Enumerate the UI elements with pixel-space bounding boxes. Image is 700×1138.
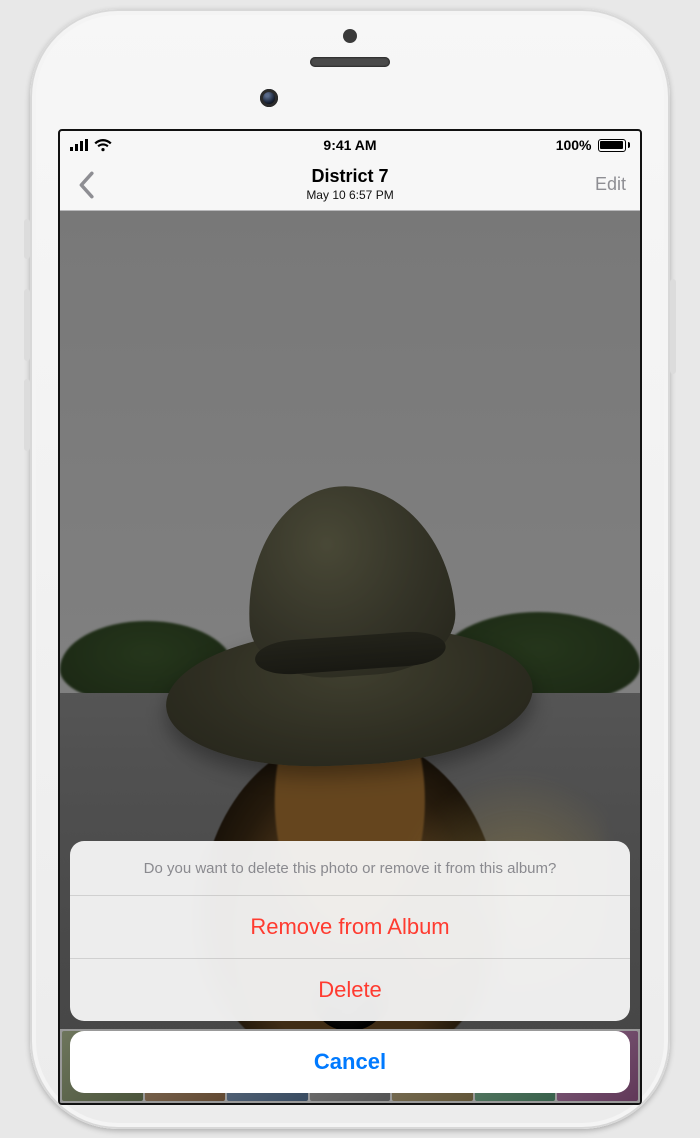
action-sheet-message: Do you want to delete this photo or remo… — [70, 841, 630, 896]
power-button — [670, 279, 676, 374]
wifi-icon — [94, 139, 112, 152]
edit-button[interactable]: Edit — [595, 159, 626, 210]
mute-switch — [24, 219, 30, 259]
nav-title: District 7 — [311, 167, 388, 187]
battery-icon — [598, 139, 631, 152]
iphone-device-frame: 9:41 AM 100% District 7 May 10 6:57 PM — [30, 9, 670, 1129]
status-bar: 9:41 AM 100% — [60, 131, 640, 159]
photo-viewer[interactable]: Do you want to delete this photo or remo… — [60, 211, 640, 1103]
action-sheet: Do you want to delete this photo or remo… — [60, 841, 640, 1103]
volume-down-button — [24, 379, 30, 451]
status-time: 9:41 AM — [60, 137, 640, 153]
chevron-left-icon — [77, 171, 95, 199]
volume-up-button — [24, 289, 30, 361]
remove-from-album-button[interactable]: Remove from Album — [70, 896, 630, 959]
cellular-signal-icon — [70, 139, 88, 151]
front-camera — [260, 89, 278, 107]
screen: 9:41 AM 100% District 7 May 10 6:57 PM — [58, 129, 642, 1105]
back-button[interactable] — [66, 159, 106, 210]
nav-subtitle: May 10 6:57 PM — [306, 188, 393, 202]
battery-percent-label: 100% — [556, 137, 592, 153]
delete-button[interactable]: Delete — [70, 959, 630, 1021]
proximity-sensor — [343, 29, 357, 43]
navigation-bar: District 7 May 10 6:57 PM Edit — [60, 159, 640, 211]
cancel-button[interactable]: Cancel — [70, 1031, 630, 1093]
earpiece-speaker — [310, 57, 390, 67]
